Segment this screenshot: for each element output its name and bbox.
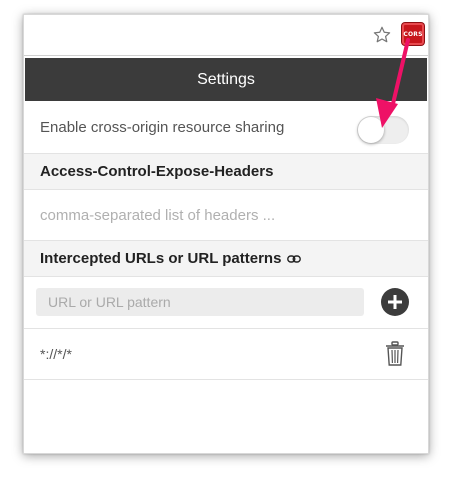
url-pattern-placeholder: URL or URL pattern bbox=[48, 294, 171, 310]
plus-icon bbox=[388, 295, 402, 309]
enable-cors-row: Enable cross-origin resource sharing bbox=[24, 102, 428, 154]
expose-headers-heading: Access-Control-Expose-Headers bbox=[24, 154, 428, 190]
link-icon bbox=[287, 254, 302, 263]
delete-url-pattern-button[interactable] bbox=[384, 341, 406, 367]
url-pattern-input-row: URL or URL pattern bbox=[24, 277, 428, 329]
page-title: Settings bbox=[197, 70, 255, 88]
url-pattern-value: *://*/* bbox=[40, 346, 72, 362]
extension-popup-window: CORS Settings Enable cross-origin resour… bbox=[23, 14, 429, 454]
add-url-pattern-button[interactable] bbox=[381, 288, 409, 316]
expose-headers-placeholder: comma-separated list of headers ... bbox=[40, 206, 276, 224]
expose-headers-field[interactable]: comma-separated list of headers ... bbox=[24, 190, 428, 241]
annotation-arrow bbox=[376, 38, 410, 128]
trash-icon bbox=[386, 341, 404, 366]
expose-headers-title: Access-Control-Expose-Headers bbox=[40, 163, 274, 180]
popup-header: Settings bbox=[25, 58, 427, 101]
intercepted-urls-title: Intercepted URLs or URL patterns bbox=[40, 250, 282, 267]
url-pattern-input[interactable]: URL or URL pattern bbox=[36, 288, 364, 316]
cors-badge-label: CORS bbox=[403, 30, 423, 38]
browser-toolbar: CORS bbox=[24, 15, 428, 56]
enable-cors-label: Enable cross-origin resource sharing bbox=[40, 119, 285, 136]
intercepted-urls-heading: Intercepted URLs or URL patterns bbox=[24, 241, 428, 277]
url-pattern-list-item: *://*/* bbox=[24, 329, 428, 380]
